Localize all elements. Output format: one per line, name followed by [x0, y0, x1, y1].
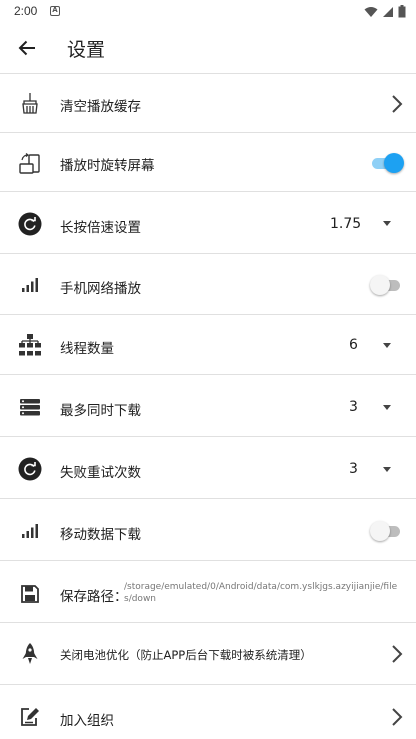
mobile-playback-row[interactable]: 手机网络播放 [0, 254, 416, 315]
save-path-value: /storage/emulated/0/Android/data/com.ysl… [124, 582, 398, 604]
rotate-screen-toggle[interactable] [370, 152, 404, 174]
chevron-right-icon [392, 95, 403, 113]
status-bar: 2:00 A [0, 0, 416, 24]
max-downloads-label: 最多同时下载 [60, 403, 141, 419]
thread-count-label: 线程数量 [60, 341, 114, 357]
rotate-screen-label: 播放时旋转屏幕 [60, 158, 155, 174]
app-bar: 设置 [0, 24, 416, 74]
dropdown-arrow-icon[interactable] [383, 405, 391, 410]
max-downloads-row[interactable]: 最多同时下载 3 [0, 375, 416, 437]
battery-optimization-row[interactable]: 关闭电池优化（防止APP后台下载时被系统清理） [0, 623, 416, 685]
screen-rotation-icon [17, 151, 43, 177]
toggle-thumb [370, 521, 390, 541]
battery-icon [398, 5, 406, 18]
dropdown-arrow-icon[interactable] [383, 221, 391, 226]
retry-count-row[interactable]: 失败重试次数 3 [0, 437, 416, 499]
dropdown-arrow-icon[interactable] [383, 467, 391, 472]
mobile-download-toggle[interactable] [370, 520, 402, 542]
chevron-right-icon [392, 645, 403, 663]
back-button[interactable] [12, 33, 42, 63]
notification-icon: A [50, 6, 60, 16]
save-path-row[interactable]: 保存路径： /storage/emulated/0/Android/data/c… [0, 561, 416, 623]
clear-cache-label: 清空播放缓存 [60, 99, 141, 115]
refresh-icon [17, 211, 43, 237]
broom-icon [17, 90, 43, 116]
thread-count-value[interactable]: 6 [349, 337, 358, 353]
cell-signal-icon [383, 6, 393, 17]
mobile-playback-toggle[interactable] [370, 274, 402, 296]
server-stack-icon [17, 394, 43, 420]
mobile-playback-label: 手机网络播放 [60, 281, 141, 297]
refresh-icon [17, 456, 43, 482]
rocket-icon [17, 641, 43, 667]
join-group-row[interactable]: 加入组织 [0, 685, 416, 739]
retry-count-label: 失败重试次数 [60, 465, 141, 481]
max-downloads-value[interactable]: 3 [349, 399, 358, 415]
signal-bars-icon [17, 272, 43, 298]
status-icons [364, 5, 406, 18]
join-group-label: 加入组织 [60, 713, 114, 729]
floppy-disk-icon [17, 581, 43, 607]
dropdown-arrow-icon[interactable] [383, 343, 391, 348]
battery-optimization-label: 关闭电池优化（防止APP后台下载时被系统清理） [60, 648, 312, 662]
page-title: 设置 [67, 39, 106, 61]
long-press-speed-value[interactable]: 1.75 [330, 216, 361, 232]
long-press-speed-row[interactable]: 长按倍速设置 1.75 [0, 192, 416, 254]
long-press-speed-label: 长按倍速设置 [60, 220, 141, 236]
toggle-thumb [370, 275, 390, 295]
chevron-right-icon [392, 708, 403, 726]
save-path-label: 保存路径： [60, 589, 128, 605]
wifi-icon [364, 6, 378, 17]
signal-bars-icon [17, 518, 43, 544]
retry-count-value[interactable]: 3 [349, 461, 358, 477]
status-time: 2:00 [14, 4, 38, 18]
clear-cache-row[interactable]: 清空播放缓存 [0, 75, 416, 133]
network-tree-icon [17, 332, 43, 358]
thread-count-row[interactable]: 线程数量 6 [0, 315, 416, 375]
mobile-download-row[interactable]: 移动数据下载 [0, 499, 416, 561]
arrow-left-icon [18, 40, 35, 56]
toggle-thumb [384, 153, 404, 173]
mobile-download-label: 移动数据下载 [60, 527, 141, 543]
edit-note-icon [17, 704, 43, 730]
rotate-screen-row[interactable]: 播放时旋转屏幕 [0, 133, 416, 192]
